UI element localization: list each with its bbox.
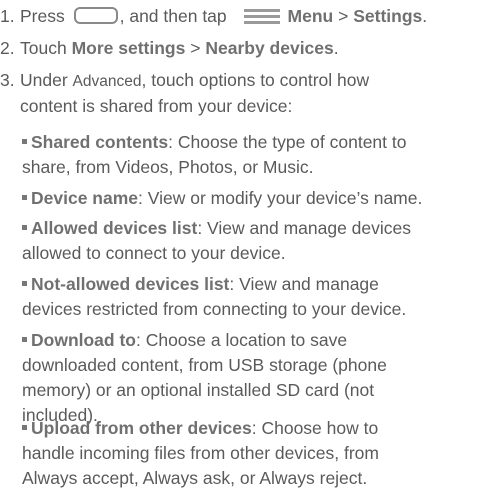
advanced-label: Advanced bbox=[72, 73, 142, 90]
option-label: Not-allowed devices list bbox=[31, 274, 230, 294]
separator: > bbox=[190, 38, 201, 58]
punct: . bbox=[422, 6, 428, 26]
step-number: 1. bbox=[0, 6, 15, 26]
step-1: 1. Press , and then tap Menu > Settings. bbox=[0, 4, 486, 29]
option-text: Always accept, Always ask, or Always rej… bbox=[22, 468, 368, 488]
settings-label: Settings bbox=[353, 6, 423, 26]
bullet-icon bbox=[22, 337, 27, 343]
option-shared-contents: Shared contents: Choose the type of cont… bbox=[22, 130, 486, 180]
separator: > bbox=[338, 6, 349, 26]
menu-label: Menu bbox=[287, 6, 334, 26]
option-device-name: Device name: View or modify your device’… bbox=[22, 186, 486, 211]
step-text: , touch options to control how bbox=[141, 70, 370, 90]
option-text: : Choose a location to save bbox=[135, 330, 348, 350]
option-allowed-devices-list: Allowed devices list: View and manage de… bbox=[22, 216, 486, 266]
option-text: : View and manage bbox=[229, 274, 379, 294]
option-upload-from-other-devices: Upload from other devices: Choose how to… bbox=[22, 416, 486, 491]
step-3: 3. Under Advanced, touch options to cont… bbox=[0, 68, 486, 119]
step-text: , and then tap bbox=[119, 6, 227, 26]
option-label: Shared contents bbox=[31, 132, 169, 152]
step-number: 2. bbox=[0, 38, 15, 58]
option-download-to: Download to: Choose a location to save d… bbox=[22, 328, 486, 428]
bullet-icon bbox=[22, 281, 27, 287]
option-text: share, from Videos, Photos, or Music. bbox=[22, 157, 314, 177]
step-text: Touch bbox=[20, 38, 67, 58]
option-text: handle incoming files from other devices… bbox=[22, 443, 379, 463]
more-settings-label: More settings bbox=[71, 38, 186, 58]
step-2: 2. Touch More settings > Nearby devices. bbox=[0, 36, 486, 61]
step-text: Press bbox=[20, 6, 65, 26]
bullet-icon bbox=[22, 425, 27, 431]
option-label: Download to bbox=[31, 330, 136, 350]
step-number: 3. bbox=[0, 70, 15, 90]
step-text: content is shared from your device: bbox=[20, 96, 293, 116]
option-label: Device name bbox=[31, 188, 139, 208]
home-key-icon bbox=[73, 7, 118, 24]
option-text: : Choose the type of content to bbox=[168, 132, 407, 152]
bullet-icon bbox=[22, 225, 27, 231]
nearby-devices-label: Nearby devices bbox=[205, 38, 334, 58]
punct: . bbox=[333, 38, 339, 58]
option-text: : View or modify your device’s name. bbox=[138, 188, 423, 208]
option-text: devices restricted from connecting to yo… bbox=[22, 299, 407, 319]
menu-key-icon bbox=[243, 7, 280, 25]
option-text: downloaded content, from USB storage (ph… bbox=[22, 355, 387, 375]
option-not-allowed-devices-list: Not-allowed devices list: View and manag… bbox=[22, 272, 486, 322]
option-text: memory) or an optional installed SD card… bbox=[22, 380, 375, 400]
step-text: Under bbox=[20, 70, 68, 90]
option-text: : View and manage devices bbox=[197, 218, 412, 238]
option-label: Upload from other devices bbox=[31, 418, 252, 438]
option-text: : Choose how to bbox=[251, 418, 379, 438]
bullet-icon bbox=[22, 195, 27, 201]
instructions-document: 1. Press , and then tap Menu > Settings.… bbox=[0, 0, 490, 496]
option-label: Allowed devices list bbox=[31, 218, 198, 238]
option-text: allowed to connect to your device. bbox=[22, 243, 286, 263]
bullet-icon bbox=[22, 139, 27, 145]
